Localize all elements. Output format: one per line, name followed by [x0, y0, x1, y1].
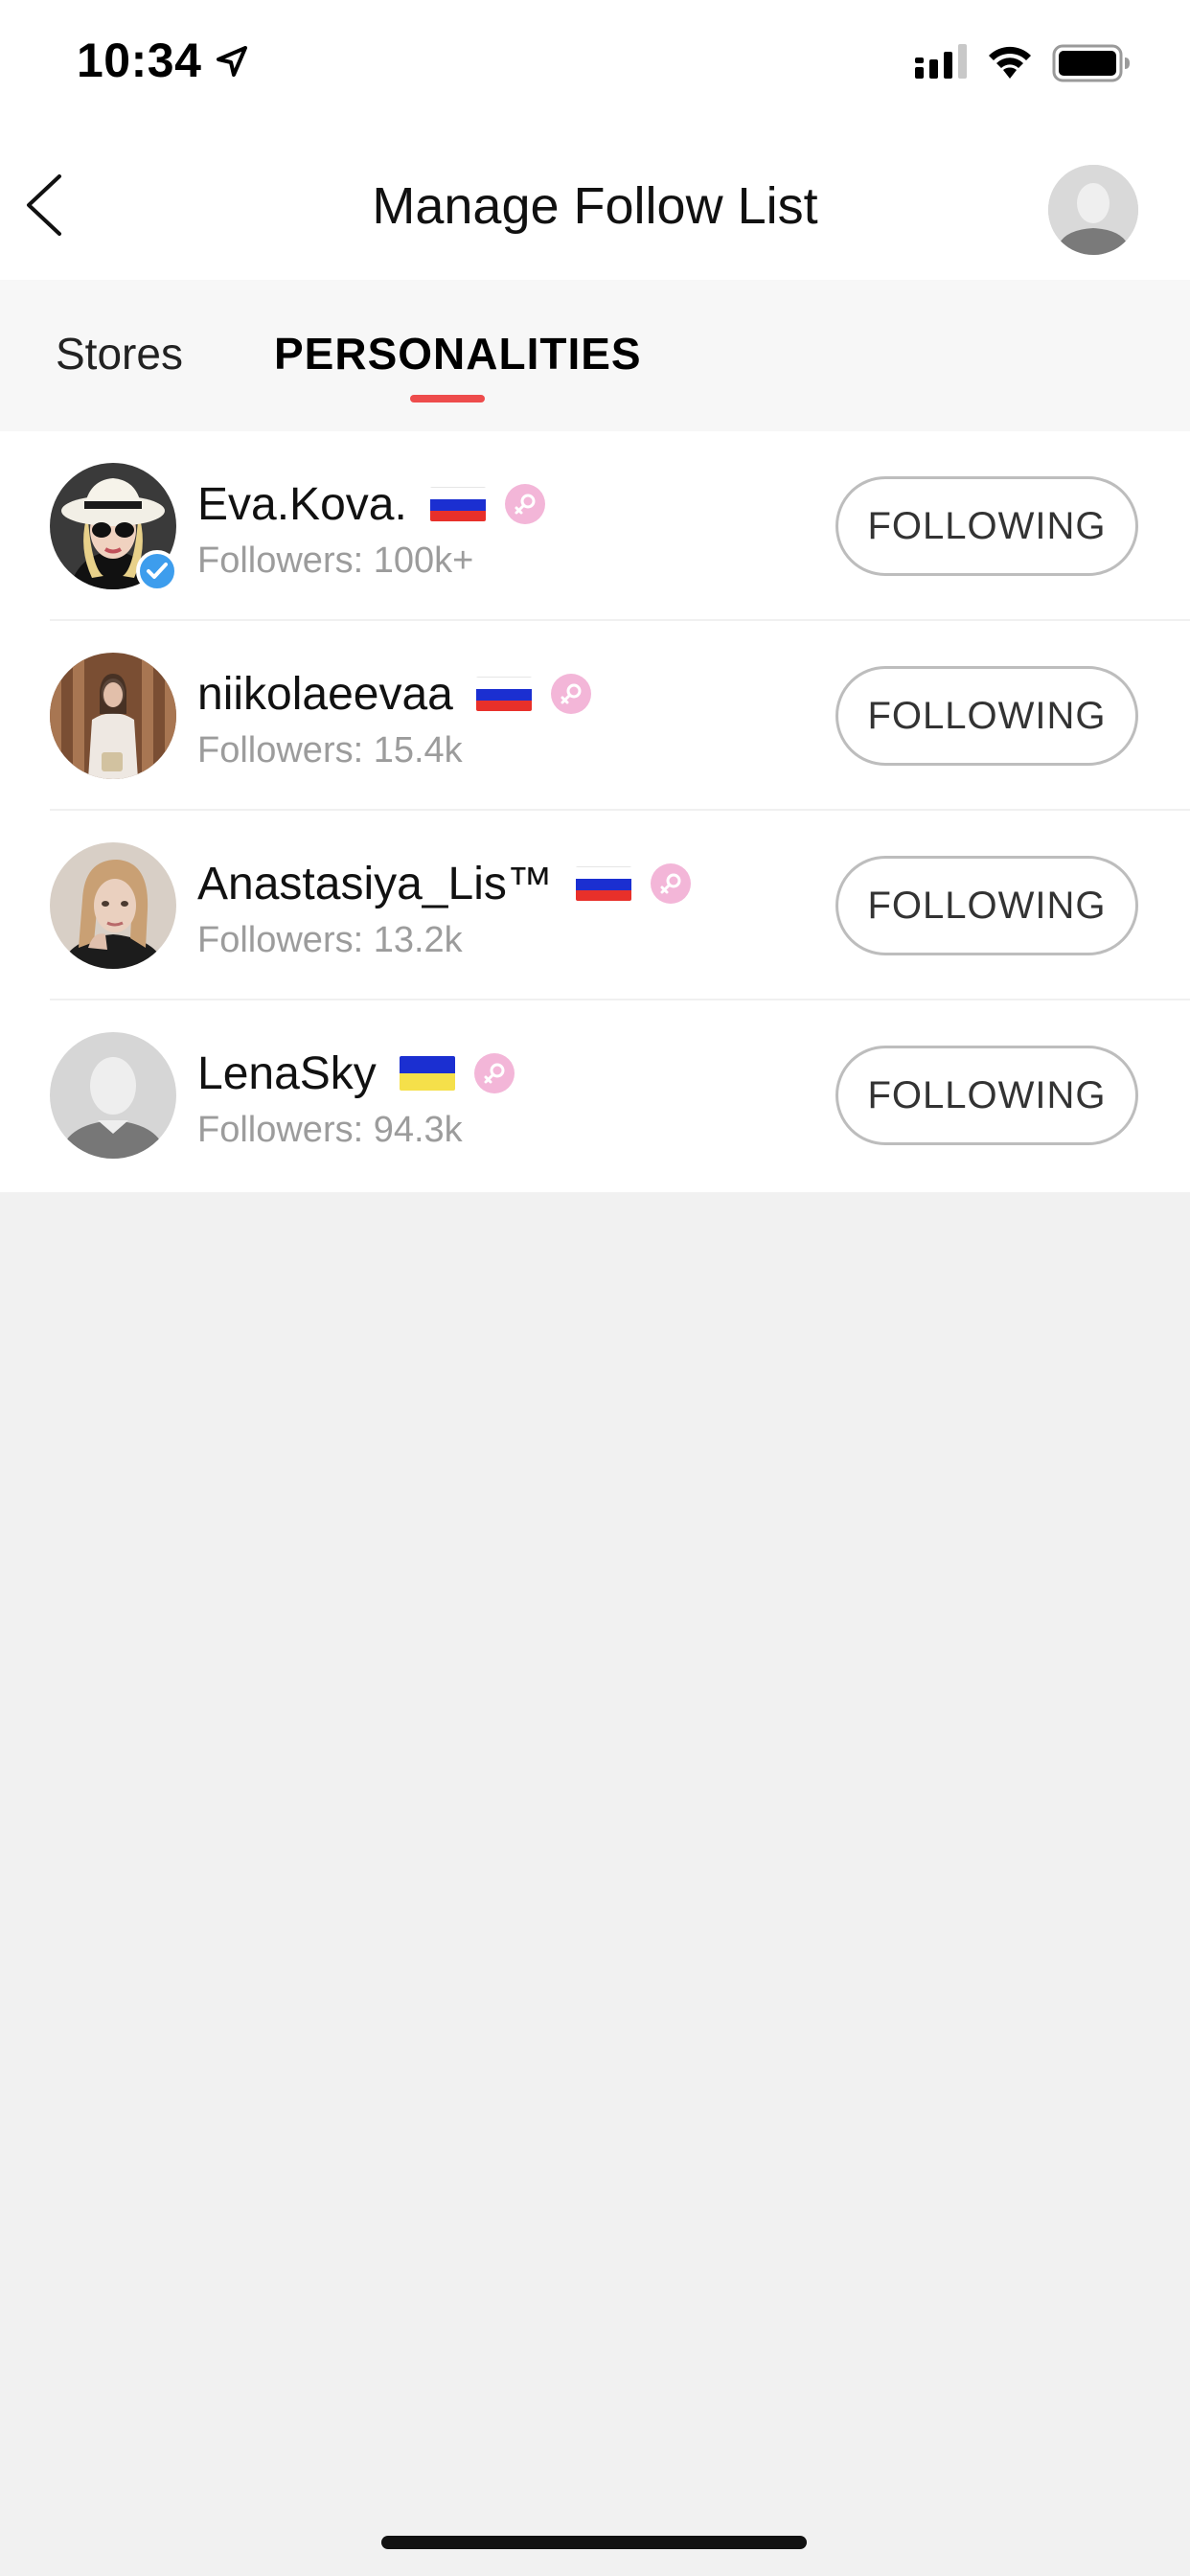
personality-name[interactable]: LenaSky: [197, 1047, 377, 1100]
user-silhouette-icon: [50, 1032, 176, 1159]
russia-flag-icon: [475, 677, 532, 711]
signal-icon: [915, 44, 967, 79]
female-gender-icon: [650, 863, 691, 904]
russia-flag-icon: [575, 866, 631, 901]
personality-name[interactable]: Eva.Kova.: [197, 478, 407, 531]
following-button[interactable]: FOLLOWING: [835, 1046, 1138, 1145]
list-item[interactable]: Anastasiya_Lis™ Followers: 13.2k FOLLOWI…: [0, 811, 1190, 1000]
battery-icon: [1052, 44, 1130, 82]
avatar[interactable]: [50, 653, 176, 779]
list-item[interactable]: Eva.Kova. Followers: 100k+ FOLLOWING: [0, 431, 1190, 621]
wifi-icon: [989, 46, 1031, 79]
home-indicator[interactable]: [381, 2536, 807, 2549]
follower-count: Followers: 100k+: [197, 540, 474, 581]
status-time: 10:34: [77, 34, 202, 87]
personalities-list: Eva.Kova. Followers: 100k+ FOLLOWING nii…: [0, 431, 1190, 1192]
tab-stores[interactable]: Stores: [56, 328, 183, 380]
personality-name[interactable]: Anastasiya_Lis™: [197, 858, 553, 910]
verified-badge-icon: [136, 550, 178, 592]
follower-count: Followers: 13.2k: [197, 920, 463, 960]
following-button[interactable]: FOLLOWING: [835, 476, 1138, 576]
list-item[interactable]: LenaSky Followers: 94.3k FOLLOWING: [0, 1000, 1190, 1190]
header: Manage Follow List: [0, 126, 1190, 280]
user-silhouette-icon: [1048, 165, 1138, 255]
profile-avatar[interactable]: [1048, 165, 1138, 255]
following-button[interactable]: FOLLOWING: [835, 666, 1138, 766]
avatar[interactable]: [50, 1032, 176, 1159]
list-item[interactable]: niikolaeevaa Followers: 15.4k FOLLOWING: [0, 621, 1190, 811]
female-gender-icon: [550, 674, 591, 714]
status-bar: 10:34: [0, 0, 1190, 126]
active-tab-indicator: [410, 395, 485, 402]
tab-bar: Stores PERSONALITIES: [0, 280, 1190, 431]
follower-count: Followers: 94.3k: [197, 1110, 463, 1150]
location-arrow-icon: [217, 46, 247, 77]
female-gender-icon: [504, 484, 545, 524]
follower-count: Followers: 15.4k: [197, 730, 463, 770]
personality-name[interactable]: niikolaeevaa: [197, 668, 453, 721]
following-button[interactable]: FOLLOWING: [835, 856, 1138, 955]
ukraine-flag-icon: [399, 1056, 455, 1091]
page-title: Manage Follow List: [372, 177, 818, 235]
avatar[interactable]: [50, 842, 176, 969]
russia-flag-icon: [429, 487, 486, 521]
tab-personalities[interactable]: PERSONALITIES: [274, 328, 642, 380]
name-line: Anastasiya_Lis™: [197, 855, 691, 912]
name-line: LenaSky: [197, 1045, 515, 1102]
name-line: Eva.Kova.: [197, 475, 545, 533]
name-line: niikolaeevaa: [197, 665, 591, 723]
female-gender-icon: [473, 1053, 515, 1093]
